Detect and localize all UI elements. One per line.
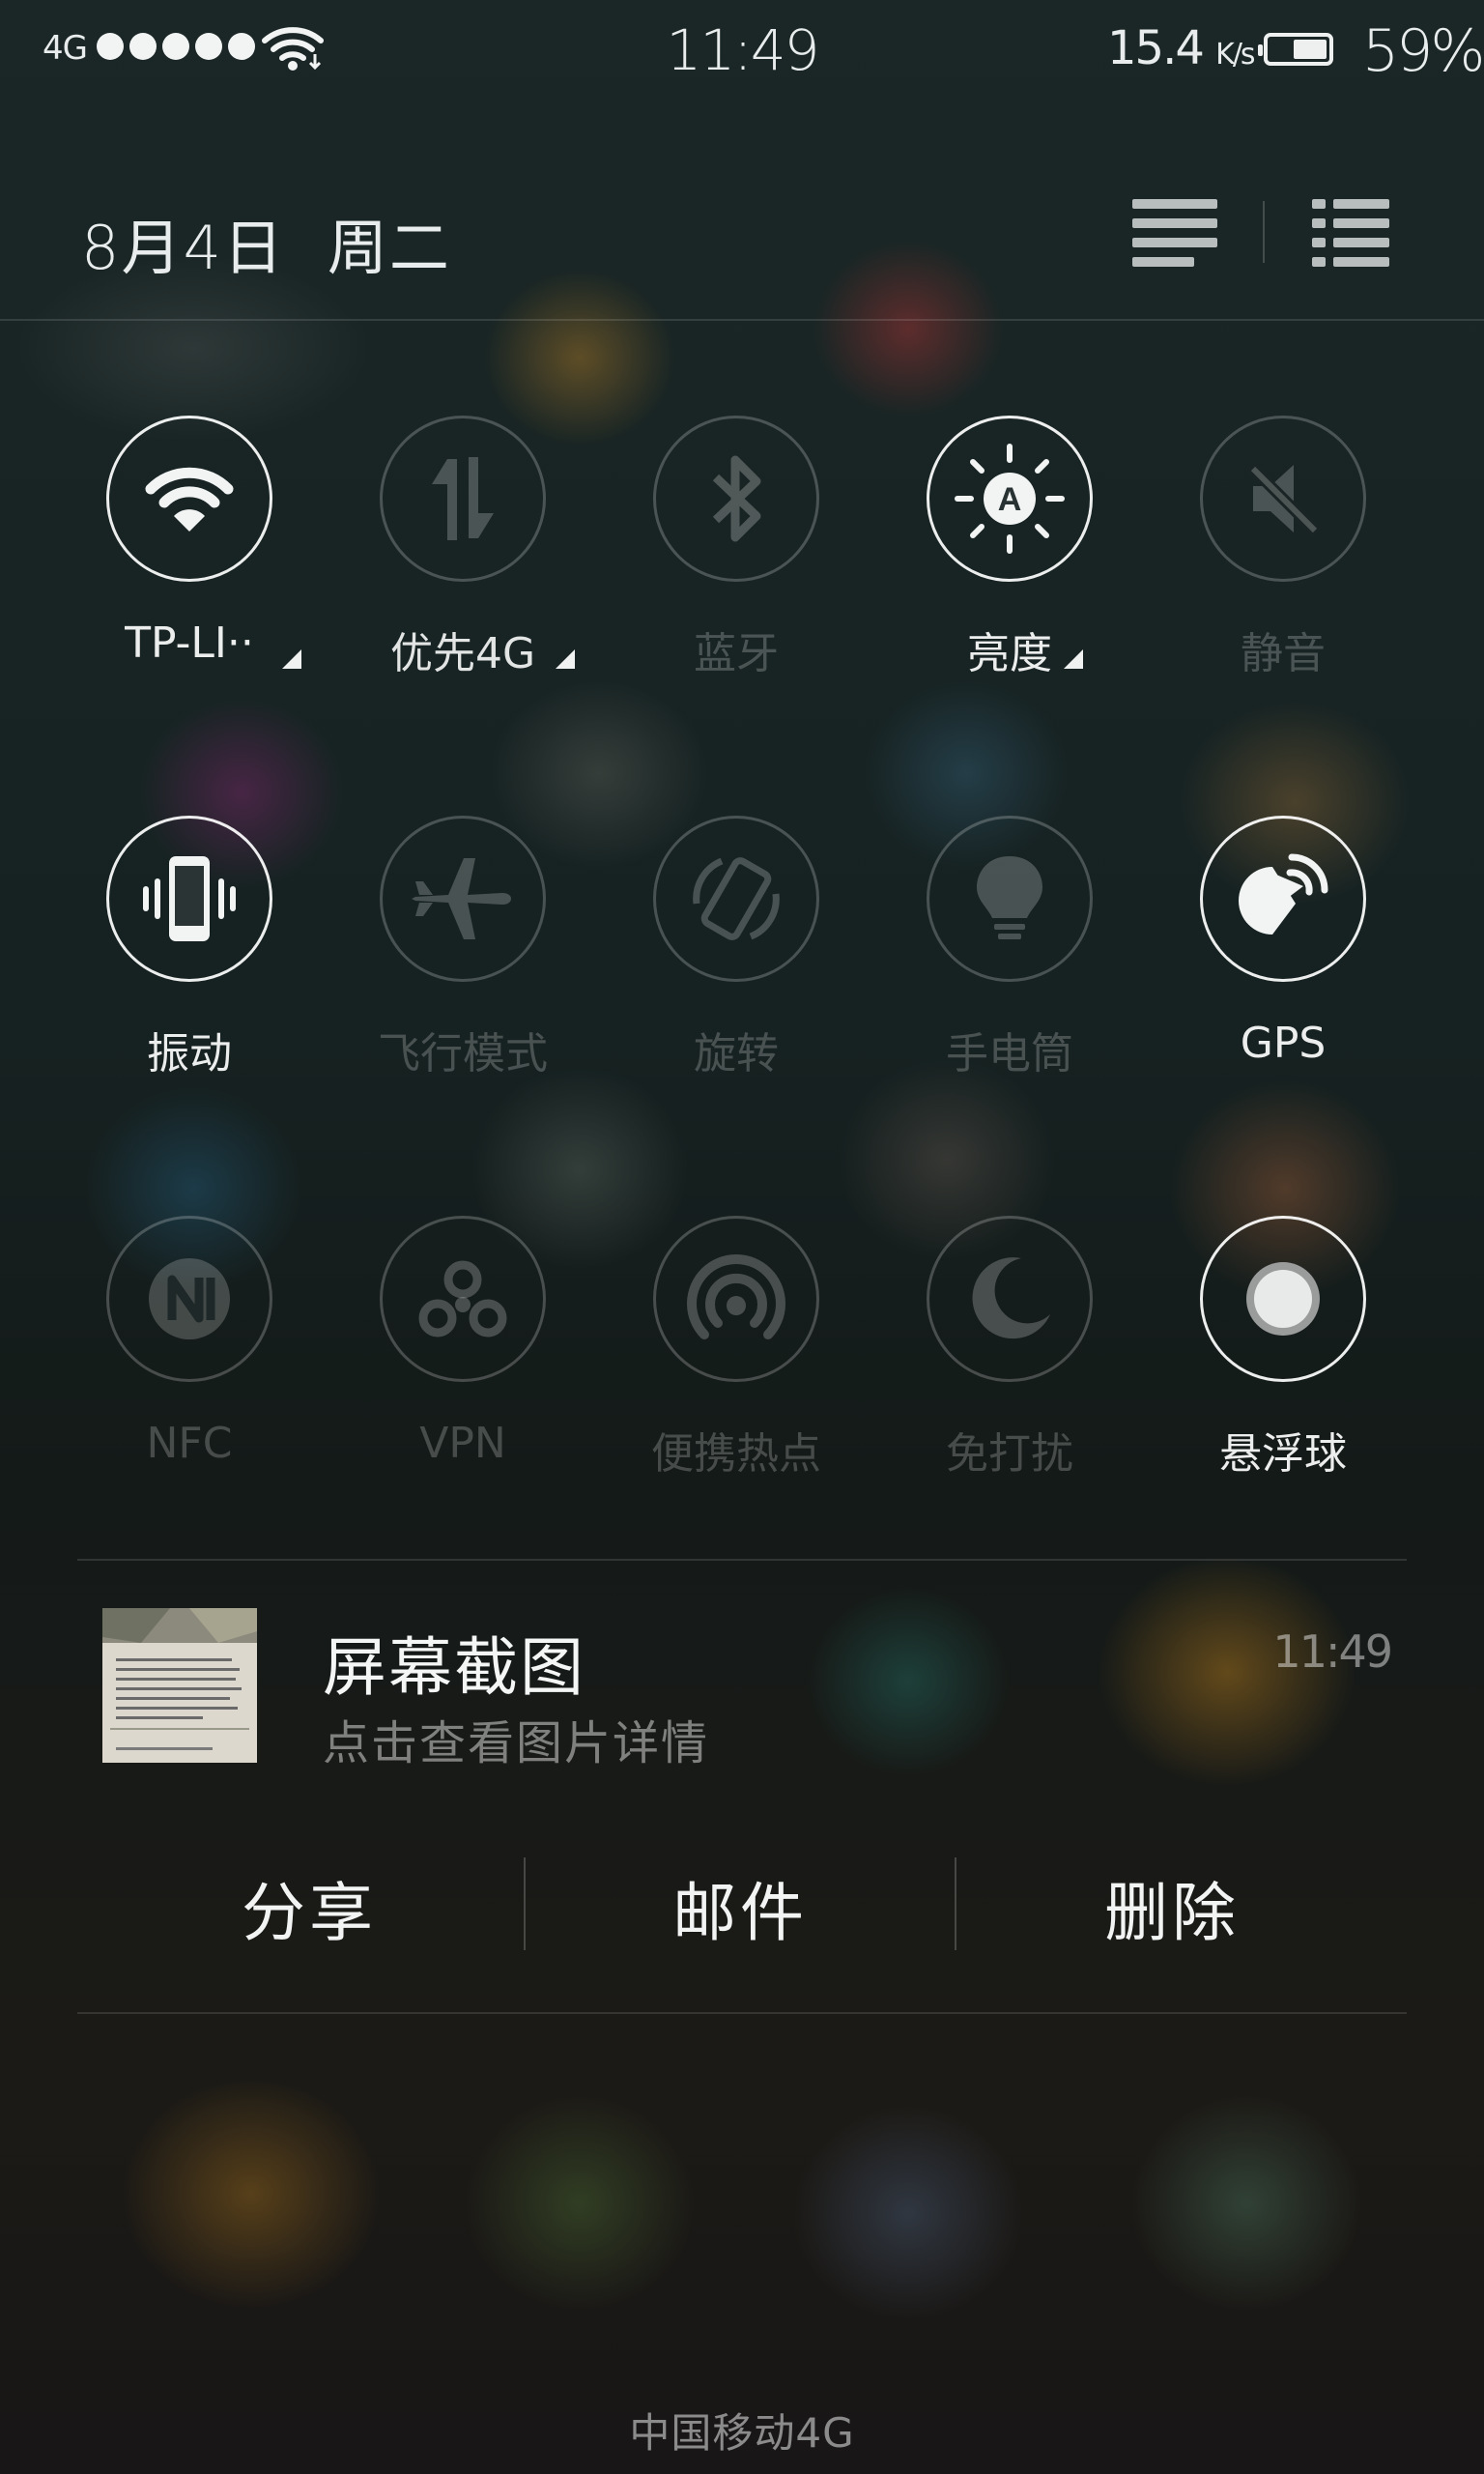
notification-time: 11:49	[1272, 1625, 1393, 1678]
toggle-label: 悬浮球	[1219, 1429, 1347, 1479]
toggle-label: 蓝牙	[694, 629, 779, 678]
toggle-wifi[interactable]: TP-LI··	[56, 416, 330, 725]
gps-icon	[1239, 853, 1328, 935]
date-text: 8月4日	[81, 213, 285, 283]
battery-level-fill	[1294, 40, 1327, 59]
toggle-vpn[interactable]: VPN	[329, 1216, 604, 1525]
toggle-mobile-data[interactable]: 优先4G	[329, 416, 604, 725]
airplane-icon	[412, 858, 511, 939]
nfc-icon	[149, 1258, 230, 1339]
toggle-label: 免打扰	[946, 1429, 1073, 1479]
battery-icon	[1258, 33, 1333, 66]
hotspot-icon	[687, 1254, 785, 1339]
date-display: 8月4日 周二	[81, 199, 451, 286]
toggle-label: 便携热点	[651, 1429, 821, 1479]
network-speed-unit: K/s	[1215, 38, 1255, 72]
status-bar: 4G 11:49 15.4 K/s 59%	[0, 0, 1484, 97]
toggle-label: 旋转	[694, 1029, 779, 1079]
toggle-label: GPS	[1240, 1019, 1327, 1068]
toggle-label: 振动	[147, 1029, 232, 1079]
menu-corner-icon	[556, 649, 575, 669]
toggle-list-icon[interactable]	[1310, 197, 1391, 273]
toggle-label: VPN	[419, 1419, 506, 1468]
toggle-rotate[interactable]: 旋转	[603, 816, 877, 1125]
header-rule	[0, 319, 1484, 321]
mobile-data-icon	[432, 457, 494, 540]
toggle-brightness[interactable]: A 亮度	[876, 416, 1151, 725]
toggle-bluetooth[interactable]: 蓝牙	[603, 416, 877, 725]
email-button[interactable]: 邮件	[525, 1861, 956, 1954]
rotate-icon	[693, 857, 780, 940]
toggle-hotspot[interactable]: 便携热点	[603, 1216, 877, 1525]
toggle-flashlight[interactable]: 手电筒	[876, 816, 1151, 1125]
carrier-label: 中国移动4G	[629, 2409, 855, 2457]
toggle-vibrate[interactable]: 振动	[56, 816, 330, 1125]
delete-button[interactable]: 删除	[956, 1861, 1387, 1954]
section-rule	[77, 1559, 1407, 1561]
network-speed: 15.4 K/s	[1107, 21, 1256, 75]
screenshot-thumbnail[interactable]	[102, 1608, 257, 1763]
toggle-mute[interactable]: 静音	[1150, 416, 1424, 725]
menu-corner-icon	[282, 649, 301, 669]
toggle-label: NFC	[146, 1419, 233, 1468]
bluetooth-icon	[712, 455, 761, 542]
share-button[interactable]: 分享	[94, 1861, 525, 1954]
mute-icon	[1244, 460, 1322, 537]
moon-icon	[972, 1257, 1050, 1339]
battery-percent: 59%	[1362, 17, 1484, 85]
toggle-airplane[interactable]: 飞行模式	[329, 816, 604, 1125]
notification-subtitle[interactable]: 点击查看图片详情	[323, 1705, 709, 1772]
notification-rule	[77, 2012, 1407, 2014]
notification-title[interactable]: 屏幕截图	[323, 1616, 585, 1709]
wifi-icon	[145, 467, 234, 532]
toggle-nfc[interactable]: NFC	[56, 1216, 330, 1525]
toggle-do-not-disturb[interactable]: 免打扰	[876, 1216, 1151, 1525]
toggle-gps[interactable]: GPS	[1150, 816, 1424, 1125]
toggle-floating-ball[interactable]: 悬浮球	[1150, 1216, 1424, 1525]
menu-corner-icon	[1064, 649, 1083, 669]
header-divider	[1263, 201, 1265, 263]
flashlight-icon	[977, 856, 1042, 939]
toggle-label: 亮度	[967, 629, 1052, 678]
toggle-label: 飞行模式	[378, 1029, 548, 1079]
toggle-label: 静音	[1241, 629, 1326, 678]
weekday-text: 周二	[327, 213, 451, 283]
auto-brightness-icon: A	[955, 444, 1065, 554]
vibrate-icon	[143, 856, 236, 941]
svg-text:A: A	[998, 481, 1022, 518]
floating-ball-icon	[1246, 1262, 1320, 1336]
notification-list-icon[interactable]	[1128, 197, 1221, 273]
vpn-icon	[418, 1260, 507, 1338]
toggle-label: 手电筒	[946, 1029, 1073, 1079]
thumbnail-image	[102, 1608, 257, 1763]
